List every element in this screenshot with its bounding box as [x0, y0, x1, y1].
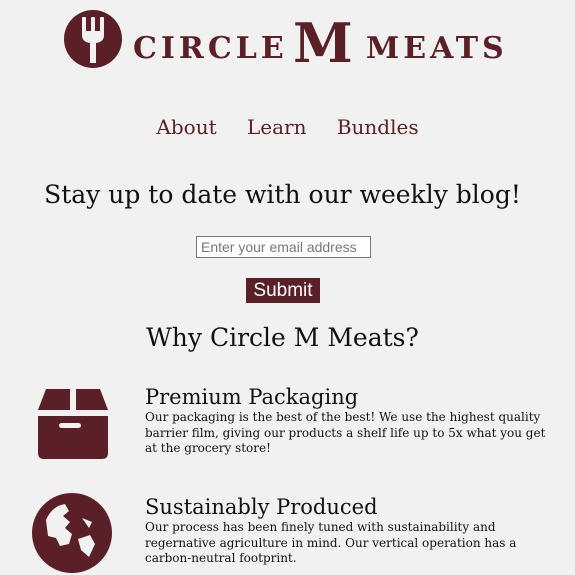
- feature-title-sustainable: Sustainably Produced: [145, 495, 378, 519]
- box-icon: [38, 389, 108, 459]
- globe-icon: [32, 493, 112, 573]
- fork-circle-icon: [64, 10, 122, 68]
- submit-button[interactable]: Submit: [246, 278, 320, 303]
- feature-desc-packaging: Our packaging is the best of the best! W…: [145, 410, 546, 455]
- brand-name-m: M: [293, 11, 353, 75]
- brand-logo[interactable]: CIRCLE M MEATS: [63, 8, 523, 72]
- nav-learn-link[interactable]: Learn: [247, 113, 306, 141]
- blog-heading: Stay up to date with our weekly blog!: [44, 180, 521, 209]
- email-input[interactable]: [196, 236, 371, 258]
- nav-about-link[interactable]: About: [156, 113, 216, 141]
- why-heading: Why Circle M Meats?: [146, 323, 419, 352]
- brand-name-meats: MEATS: [366, 31, 508, 66]
- feature-desc-sustainable: Our process has been finely tuned with s…: [145, 520, 517, 565]
- main-nav: About Learn Bundles: [0, 113, 575, 141]
- feature-title-packaging: Premium Packaging: [145, 385, 359, 409]
- nav-bundles-link[interactable]: Bundles: [337, 113, 419, 141]
- brand-name-circle: CIRCLE: [133, 31, 288, 66]
